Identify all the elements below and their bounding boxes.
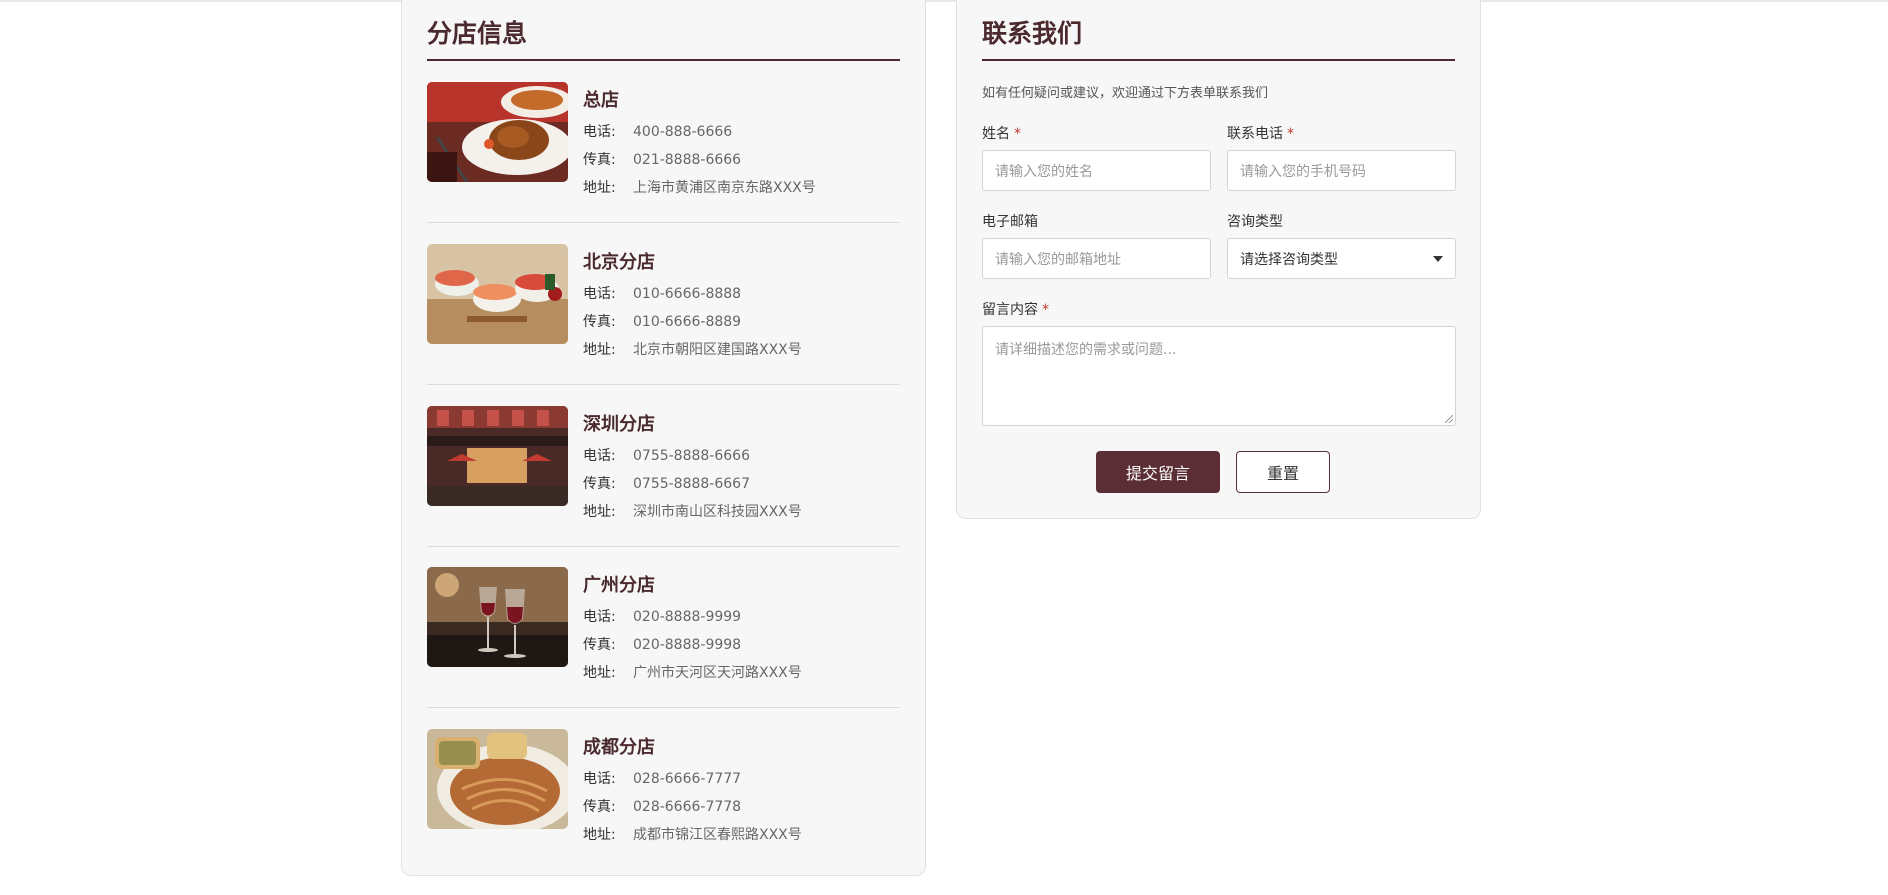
- branch-photo-storefront: [427, 406, 568, 506]
- phone-value: 010-6666-8888: [633, 286, 742, 302]
- email-label-text: 电子邮箱: [982, 214, 1038, 230]
- branches-title: 分店信息: [427, 19, 528, 48]
- phone-value: 0755-8888-6666: [633, 448, 750, 464]
- branch-photo-pasta: [427, 729, 568, 829]
- branch-phone-row: 电话: 010-6666-8888: [583, 284, 741, 304]
- phone-label: 电话:: [583, 609, 616, 625]
- branch-divider: [427, 546, 900, 547]
- message-label-text: 留言内容: [982, 302, 1038, 318]
- message-label: 留言内容 *: [982, 299, 1049, 319]
- fax-value: 010-6666-8889: [633, 314, 742, 330]
- inquiry-type-select[interactable]: 请选择咨询类型: [1227, 238, 1456, 279]
- branch-card-guangzhou: 广州分店 电话: 020-8888-9999 传真: 020-8888-9998 地…: [427, 567, 900, 729]
- branch-address-row: 地址: 北京市朝阳区建国路XXX号: [583, 340, 802, 360]
- branch-card-shenzhen: 深圳分店 电话: 0755-8888-6666 传真: 0755-8888-6667…: [427, 406, 900, 568]
- address-value: 上海市黄浦区南京东路XXX号: [633, 180, 816, 196]
- branch-fax-row: 传真: 020-8888-9998: [583, 635, 741, 655]
- contact-intro: 如有任何疑问或建议，欢迎通过下方表单联系我们: [982, 86, 1269, 101]
- title-divider: [982, 59, 1455, 61]
- phone-label: 电话:: [583, 124, 616, 140]
- branch-address-row: 地址: 上海市黄浦区南京东路XXX号: [583, 178, 816, 198]
- branch-photo-roast-chicken: [427, 82, 568, 182]
- inquiry-type-selected: 请选择咨询类型: [1240, 251, 1338, 268]
- top-border: [0, 0, 1888, 2]
- branch-name: 总店: [583, 90, 619, 111]
- address-value: 成都市锦江区春熙路XXX号: [633, 827, 802, 843]
- fax-label: 传真:: [583, 637, 616, 653]
- branch-phone-row: 电话: 0755-8888-6666: [583, 446, 750, 466]
- phone-label: 电话:: [583, 771, 616, 787]
- phone-placeholder: 请输入您的手机号码: [1240, 163, 1366, 180]
- name-placeholder: 请输入您的姓名: [995, 163, 1093, 180]
- branch-address-row: 地址: 广州市天河区天河路XXX号: [583, 663, 802, 683]
- fax-label: 传真:: [583, 799, 616, 815]
- branch-divider: [427, 707, 900, 708]
- address-label: 地址:: [583, 180, 616, 196]
- phone-label: 电话:: [583, 448, 616, 464]
- branch-name: 北京分店: [583, 252, 655, 273]
- branch-address-row: 地址: 成都市锦江区春熙路XXX号: [583, 825, 802, 845]
- fax-value: 0755-8888-6667: [633, 476, 750, 492]
- phone-label: 联系电话 *: [1227, 123, 1294, 143]
- address-label: 地址:: [583, 504, 616, 520]
- fax-value: 028-6666-7778: [633, 799, 742, 815]
- phone-value: 028-6666-7777: [633, 771, 742, 787]
- branch-fax-row: 传真: 028-6666-7778: [583, 797, 741, 817]
- branch-card-chengdu: 成都分店 电话: 028-6666-7777 传真: 028-6666-7778 地…: [427, 729, 900, 891]
- resize-handle-icon[interactable]: [1445, 415, 1453, 423]
- branch-fax-row: 传真: 0755-8888-6667: [583, 474, 750, 494]
- fax-value: 020-8888-9998: [633, 637, 742, 653]
- branches-panel: 分店信息 总店 电话: 400-888-6666 传真: 021-8888-6666…: [401, 0, 926, 876]
- branch-phone-row: 电话: 400-888-6666: [583, 122, 732, 142]
- phone-value: 020-8888-9999: [633, 609, 742, 625]
- address-value: 深圳市南山区科技园XXX号: [633, 504, 802, 520]
- email-input[interactable]: 请输入您的邮箱地址: [982, 238, 1211, 279]
- fax-value: 021-8888-6666: [633, 152, 742, 168]
- name-label-text: 姓名: [982, 126, 1010, 142]
- branch-phone-row: 电话: 028-6666-7777: [583, 769, 741, 789]
- phone-label-text: 联系电话: [1227, 126, 1283, 142]
- name-label: 姓名 *: [982, 123, 1021, 143]
- address-value: 广州市天河区天河路XXX号: [633, 665, 802, 681]
- address-label: 地址:: [583, 665, 616, 681]
- fax-label: 传真:: [583, 314, 616, 330]
- branch-divider: [427, 222, 900, 223]
- fax-label: 传真:: [583, 476, 616, 492]
- title-divider: [427, 59, 900, 61]
- submit-button[interactable]: 提交留言: [1096, 451, 1220, 493]
- inquiry-type-label-text: 咨询类型: [1227, 214, 1283, 230]
- branch-card-beijing: 北京分店 电话: 010-6666-8888 传真: 010-6666-8889 地…: [427, 244, 900, 406]
- address-label: 地址:: [583, 827, 616, 843]
- branch-photo-wine-glasses: [427, 567, 568, 667]
- required-mark: *: [1287, 126, 1294, 142]
- message-placeholder: 请详细描述您的需求或问题...: [995, 342, 1177, 358]
- reset-button[interactable]: 重置: [1236, 451, 1330, 493]
- fax-label: 传真:: [583, 152, 616, 168]
- address-value: 北京市朝阳区建国路XXX号: [633, 342, 802, 358]
- contact-title: 联系我们: [982, 19, 1083, 48]
- branch-address-row: 地址: 深圳市南山区科技园XXX号: [583, 502, 802, 522]
- branch-name: 成都分店: [583, 737, 655, 758]
- contact-panel: 联系我们 如有任何疑问或建议，欢迎通过下方表单联系我们 姓名 * 请输入您的姓名 …: [956, 0, 1481, 519]
- email-label: 电子邮箱: [982, 211, 1038, 231]
- address-label: 地址:: [583, 342, 616, 358]
- phone-input[interactable]: 请输入您的手机号码: [1227, 150, 1456, 191]
- branch-name: 深圳分店: [583, 414, 655, 435]
- branch-fax-row: 传真: 021-8888-6666: [583, 150, 741, 170]
- branch-divider: [427, 384, 900, 385]
- branch-name: 广州分店: [583, 575, 655, 596]
- message-textarea[interactable]: 请详细描述您的需求或问题...: [982, 326, 1456, 426]
- branch-photo-sushi: [427, 244, 568, 344]
- branch-card-hq: 总店 电话: 400-888-6666 传真: 021-8888-6666 地址: 上…: [427, 82, 900, 244]
- phone-value: 400-888-6666: [633, 124, 733, 140]
- inquiry-type-label: 咨询类型: [1227, 211, 1283, 231]
- required-mark: *: [1014, 126, 1021, 142]
- required-mark: *: [1042, 302, 1049, 318]
- branch-phone-row: 电话: 020-8888-9999: [583, 607, 741, 627]
- name-input[interactable]: 请输入您的姓名: [982, 150, 1211, 191]
- chevron-down-icon: [1433, 255, 1443, 262]
- phone-label: 电话:: [583, 286, 616, 302]
- branch-fax-row: 传真: 010-6666-8889: [583, 312, 741, 332]
- email-placeholder: 请输入您的邮箱地址: [995, 251, 1121, 268]
